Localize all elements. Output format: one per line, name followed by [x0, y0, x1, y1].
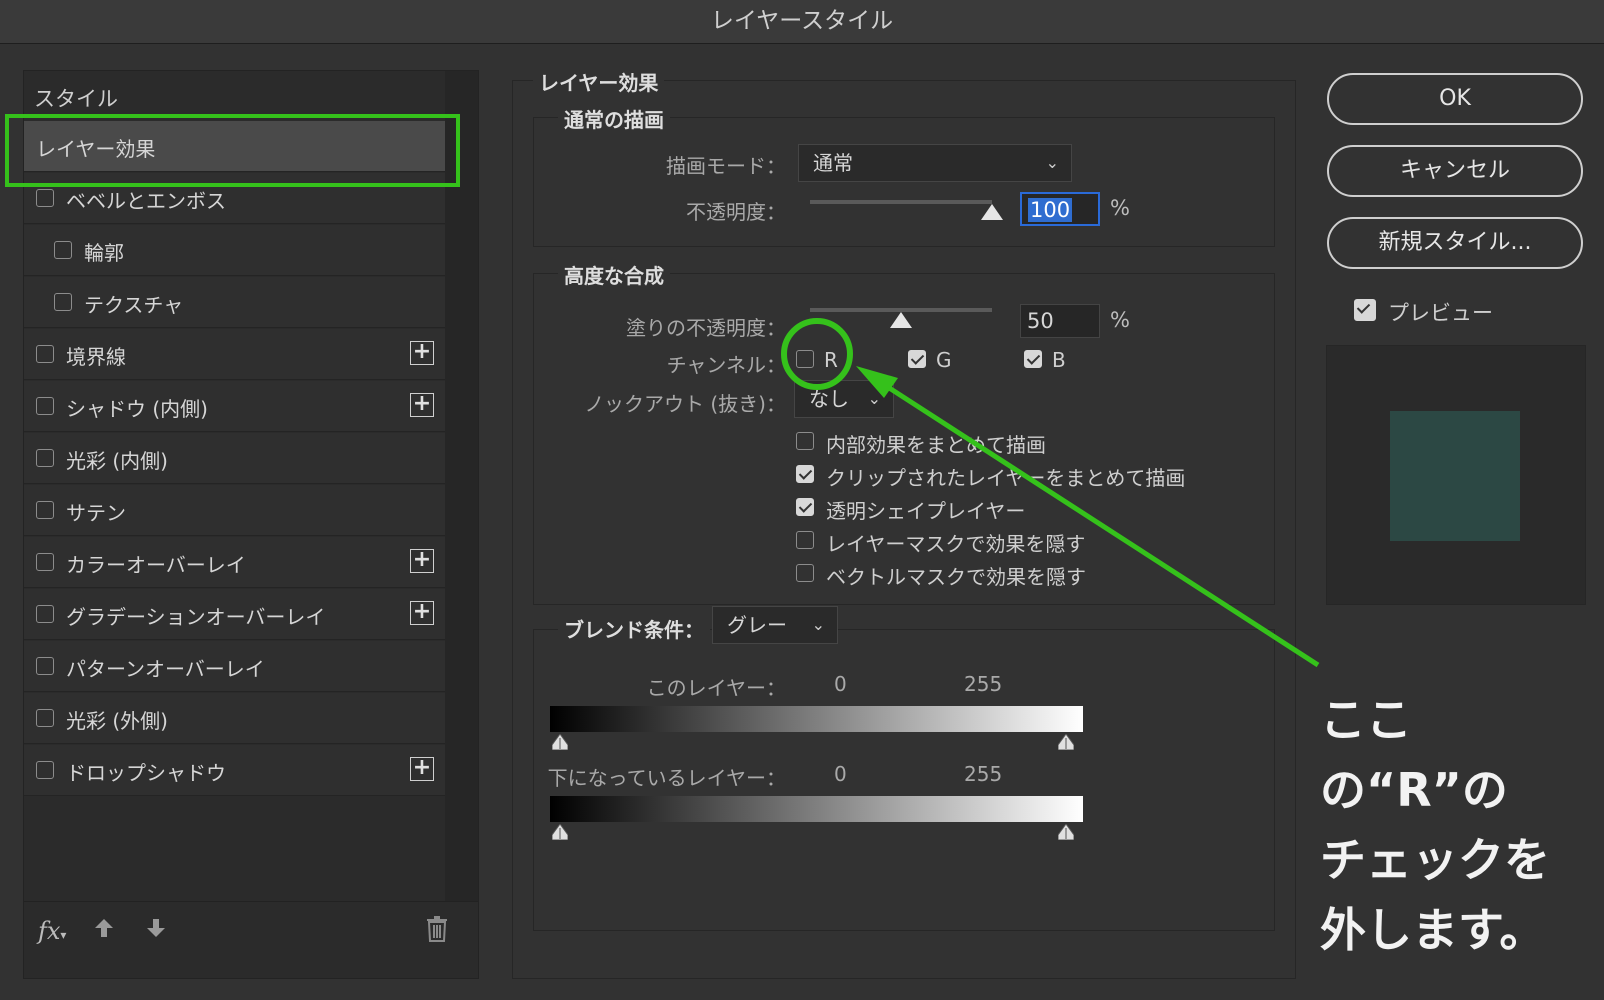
annotation-line: 外します。	[1320, 903, 1546, 957]
annotation-line: チェックを	[1320, 833, 1550, 887]
annotation-line: ここの“R”の	[1320, 693, 1508, 817]
annotation-arrow-head	[856, 366, 898, 398]
annotation-text: ここの“R”のチェックを外します。	[1320, 685, 1590, 965]
annotation-arrow-line	[878, 379, 1320, 668]
annotation-circle	[781, 318, 853, 390]
